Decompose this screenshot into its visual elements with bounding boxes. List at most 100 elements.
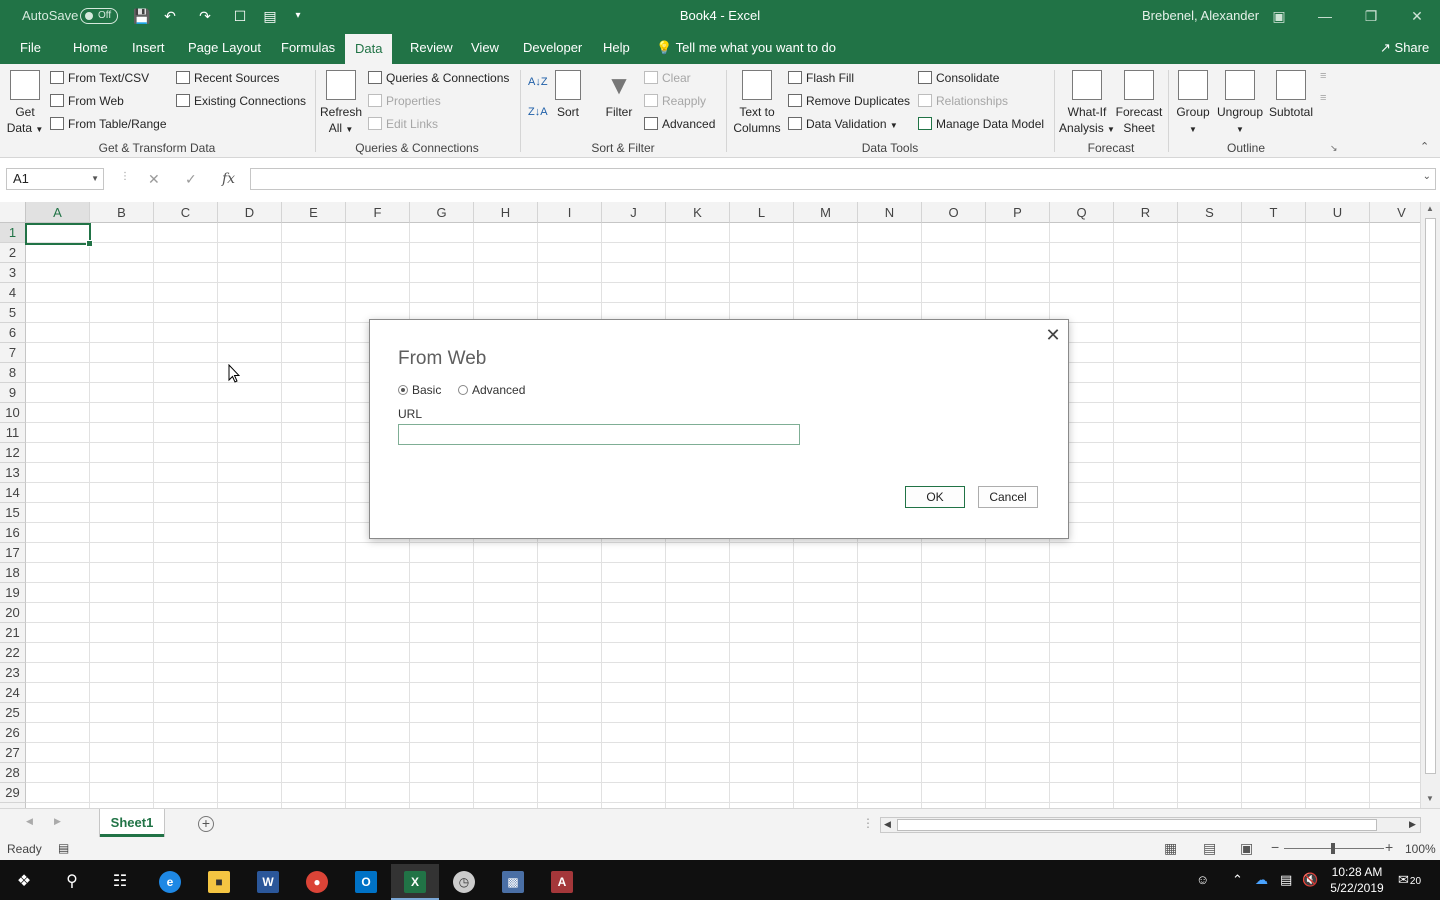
what-if-analysis-button[interactable]: What-If Analysis ▼ [1058, 70, 1116, 138]
remove-duplicates-button[interactable]: Remove Duplicates [788, 94, 910, 108]
access-icon[interactable]: A [538, 864, 586, 900]
tab-developer[interactable]: Developer [513, 32, 592, 64]
column-header-a[interactable]: A [26, 202, 90, 223]
column-header-l[interactable]: L [730, 202, 794, 223]
row-header-15[interactable]: 15 [0, 503, 26, 523]
forecast-sheet-button[interactable]: Forecast Sheet [1114, 70, 1164, 136]
outlook-icon[interactable]: O [342, 864, 390, 900]
scroll-right-icon[interactable]: ▶ [1409, 819, 1416, 830]
row-header-23[interactable]: 23 [0, 663, 26, 683]
column-header-i[interactable]: I [538, 202, 602, 223]
edit-links-button[interactable]: Edit Links [368, 117, 438, 131]
task-view-icon[interactable]: ☷ [96, 864, 144, 900]
radio-advanced-dot[interactable] [458, 385, 468, 395]
column-header-t[interactable]: T [1242, 202, 1306, 223]
close-window-icon[interactable]: ✕ [1394, 4, 1440, 28]
hide-detail-icon[interactable]: ≡ [1320, 92, 1326, 104]
row-header-20[interactable]: 20 [0, 603, 26, 623]
filter-button[interactable]: ▼ Filter [602, 70, 636, 120]
search-icon[interactable]: ⚲ [48, 864, 96, 900]
cancel-button[interactable]: Cancel [978, 486, 1038, 508]
consolidate-button[interactable]: Consolidate [918, 71, 999, 85]
row-header-19[interactable]: 19 [0, 583, 26, 603]
radio-basic[interactable]: Basic [398, 383, 441, 397]
subtotal-button[interactable]: Subtotal [1266, 70, 1316, 120]
scroll-up-icon[interactable]: ▲ [1426, 204, 1434, 213]
sort-a-z-icon[interactable]: A↓Z [528, 76, 548, 88]
windows-start-icon[interactable]: ❖ [0, 864, 48, 900]
cancel-entry-icon[interactable]: ✕ [148, 171, 160, 188]
formula-input[interactable]: ⌄ [250, 168, 1436, 190]
tab-insert[interactable]: Insert [122, 32, 175, 64]
text-to-columns-button[interactable]: Text to Columns [731, 70, 783, 136]
scroll-down-icon[interactable]: ▼ [1426, 794, 1434, 803]
column-header-k[interactable]: K [666, 202, 730, 223]
tab-review[interactable]: Review [400, 32, 463, 64]
get-data-button[interactable]: Get Data ▼ [6, 70, 44, 138]
row-header-1[interactable]: 1 [0, 223, 26, 243]
row-header-24[interactable]: 24 [0, 683, 26, 703]
column-header-s[interactable]: S [1178, 202, 1242, 223]
next-sheet-icon[interactable]: ▶ [54, 816, 61, 827]
show-detail-icon[interactable]: ≡ [1320, 70, 1326, 82]
column-header-p[interactable]: P [986, 202, 1050, 223]
normal-view-icon[interactable]: ▦ [1164, 840, 1177, 857]
column-header-h[interactable]: H [474, 202, 538, 223]
add-sheet-icon[interactable]: + [198, 816, 214, 832]
zoom-in-icon[interactable]: + [1385, 839, 1393, 855]
column-header-g[interactable]: G [410, 202, 474, 223]
row-header-18[interactable]: 18 [0, 563, 26, 583]
system-clock[interactable]: 10:28 AM 5/22/2019 [1326, 864, 1388, 896]
vertical-scrollbar[interactable]: ▲ ▼ [1420, 202, 1440, 808]
column-header-d[interactable]: D [218, 202, 282, 223]
row-header-25[interactable]: 25 [0, 703, 26, 723]
user-name[interactable]: Brebenel, Alexander [1142, 8, 1259, 23]
ok-button[interactable]: OK [905, 486, 965, 508]
page-break-view-icon[interactable]: ▣ [1240, 840, 1253, 857]
radio-basic-dot[interactable] [398, 385, 408, 395]
column-header-b[interactable]: B [90, 202, 154, 223]
tab-formulas[interactable]: Formulas [271, 32, 345, 64]
column-header-o[interactable]: O [922, 202, 986, 223]
row-header-29[interactable]: 29 [0, 783, 26, 803]
row-header-14[interactable]: 14 [0, 483, 26, 503]
recent-sources-button[interactable]: Recent Sources [176, 71, 279, 85]
network-app-icon[interactable]: ▩ [489, 864, 537, 900]
tab-page-layout[interactable]: Page Layout [178, 32, 271, 64]
outline-dialog-launcher-icon[interactable]: ↘ [1330, 143, 1338, 154]
from-web-button[interactable]: From Web [50, 94, 124, 108]
tab-data[interactable]: Data [345, 32, 393, 64]
people-icon[interactable]: ☺ [1196, 872, 1209, 887]
relationships-button[interactable]: Relationships [918, 94, 1008, 108]
sort-button[interactable]: Sort [552, 70, 584, 120]
queries-connections-button[interactable]: Queries & Connections [368, 71, 509, 85]
manage-data-model-button[interactable]: Manage Data Model [918, 117, 1044, 131]
row-header-17[interactable]: 17 [0, 543, 26, 563]
from-table-range-button[interactable]: From Table/Range [50, 117, 167, 131]
row-header-7[interactable]: 7 [0, 343, 26, 363]
column-header-c[interactable]: C [154, 202, 218, 223]
row-header-27[interactable]: 27 [0, 743, 26, 763]
row-header-26[interactable]: 26 [0, 723, 26, 743]
row-header-3[interactable]: 3 [0, 263, 26, 283]
insert-function-icon[interactable]: fx [222, 171, 235, 187]
active-cell-a1[interactable] [25, 223, 93, 247]
column-header-m[interactable]: M [794, 202, 858, 223]
row-header-6[interactable]: 6 [0, 323, 26, 343]
column-header-e[interactable]: E [282, 202, 346, 223]
group-button[interactable]: Group ▼ [1173, 70, 1213, 138]
row-header-11[interactable]: 11 [0, 423, 26, 443]
column-header-q[interactable]: Q [1050, 202, 1114, 223]
row-header-28[interactable]: 28 [0, 763, 26, 783]
column-header-r[interactable]: R [1114, 202, 1178, 223]
row-header-2[interactable]: 2 [0, 243, 26, 263]
url-input[interactable] [398, 424, 800, 445]
notifications-icon[interactable]: ✉20 [1398, 872, 1421, 888]
row-header-13[interactable]: 13 [0, 463, 26, 483]
tab-view[interactable]: View [461, 32, 509, 64]
chrome-icon[interactable]: ● [293, 864, 341, 900]
macro-recording-icon[interactable]: ▤ [58, 841, 69, 855]
row-header-22[interactable]: 22 [0, 643, 26, 663]
column-header-u[interactable]: U [1306, 202, 1370, 223]
horizontal-scrollbar[interactable]: ◀ ▶ [880, 817, 1421, 833]
